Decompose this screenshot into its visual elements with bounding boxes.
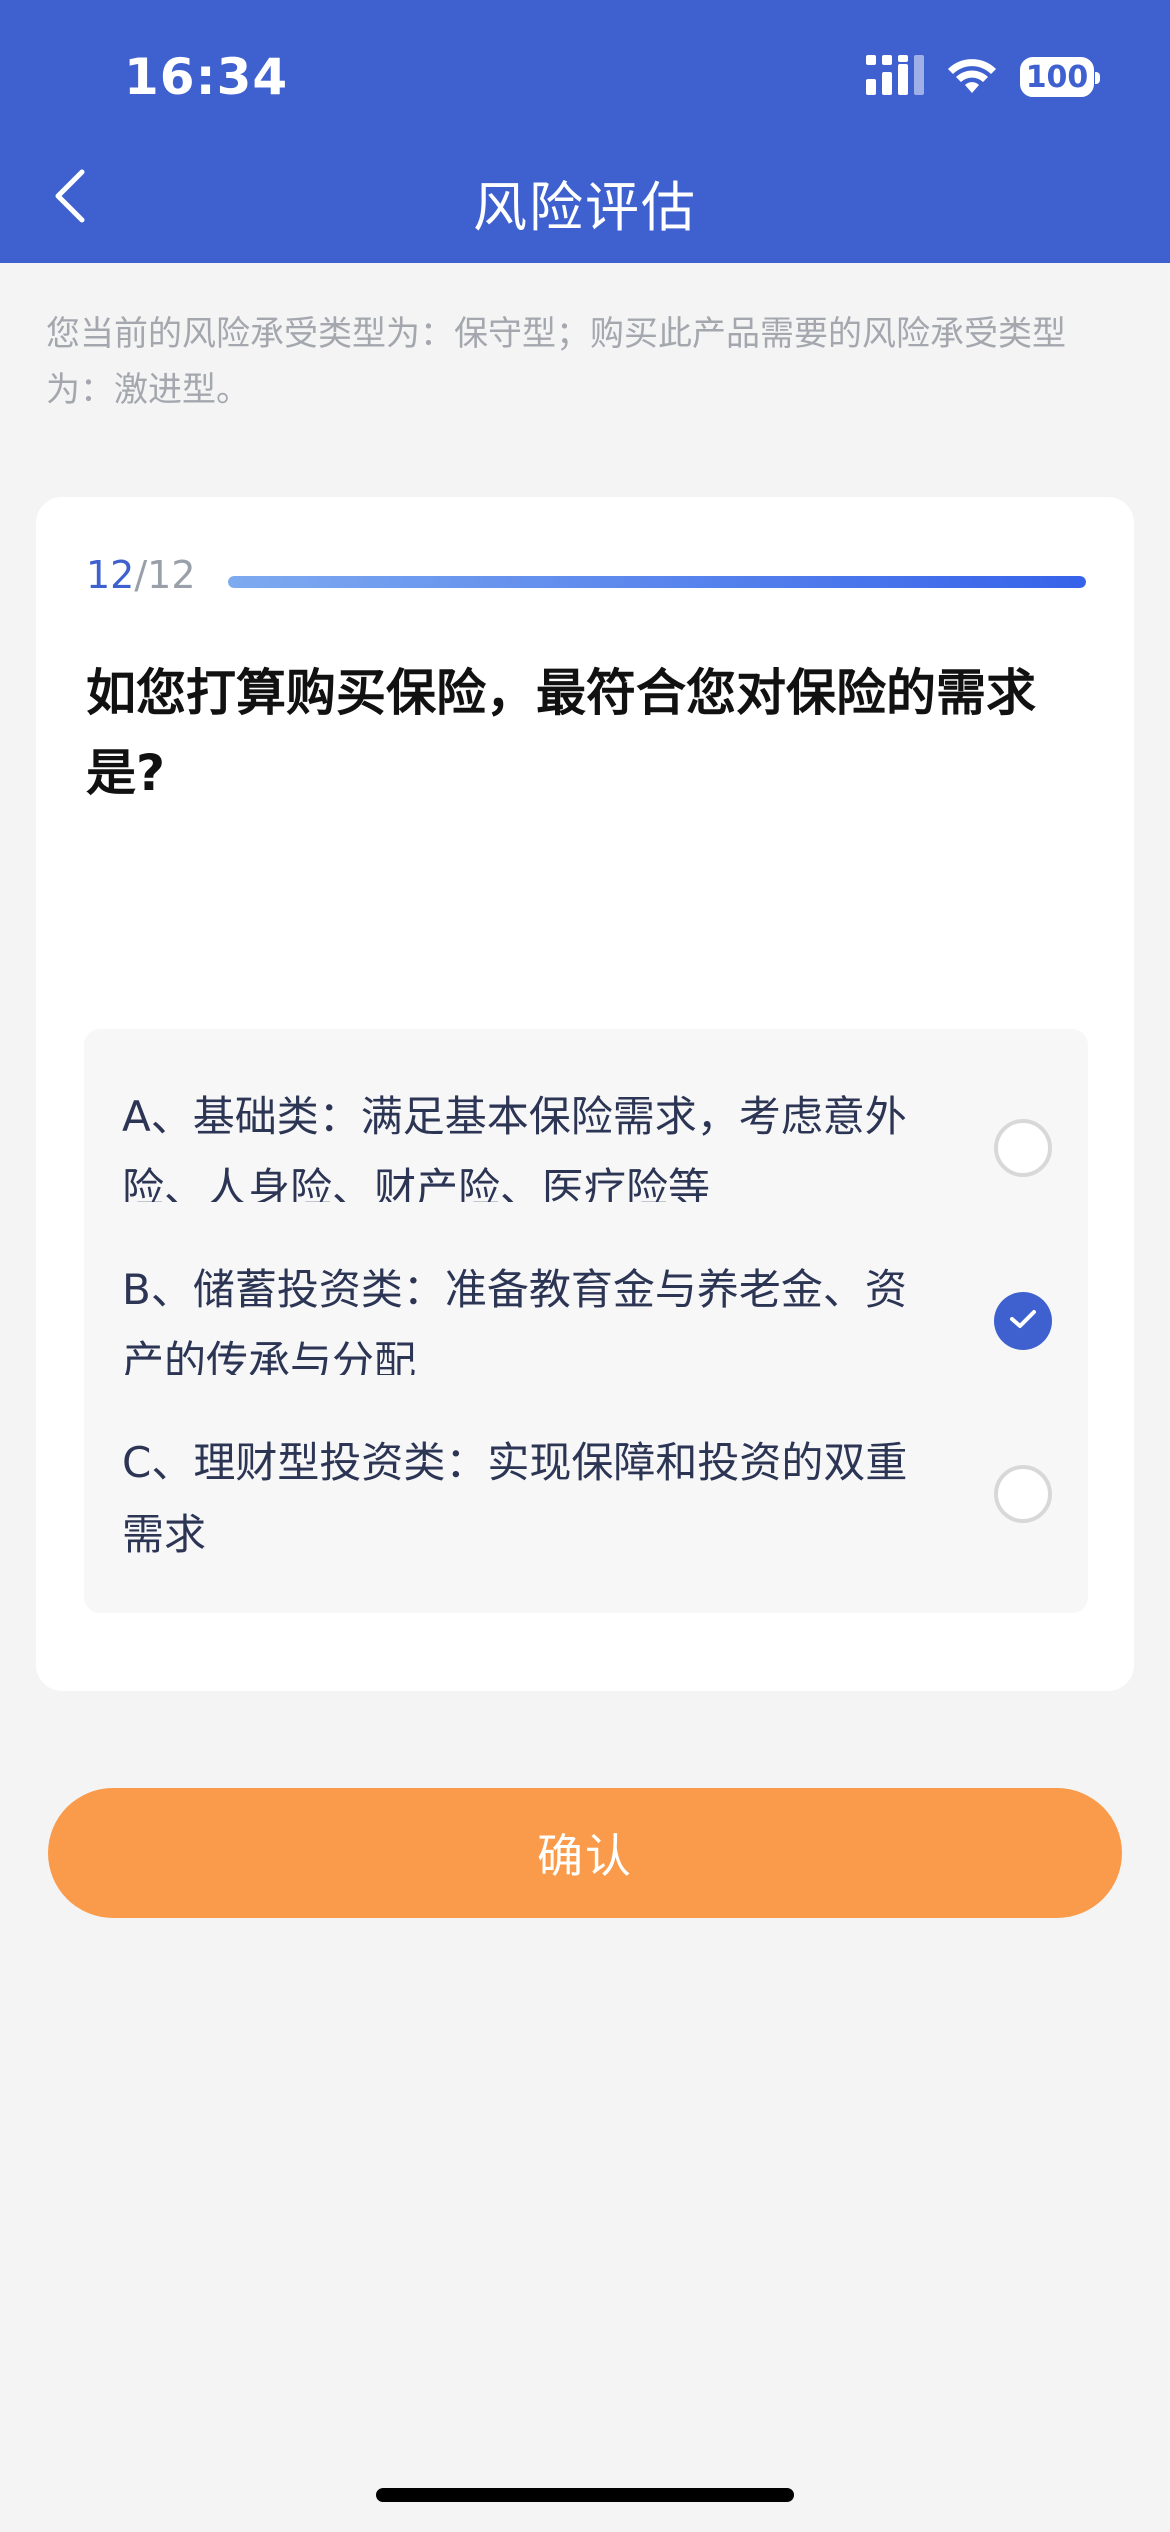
option-b-radio[interactable] (994, 1292, 1052, 1350)
battery-icon: 100 (1020, 57, 1100, 97)
progress-bar-fill (228, 576, 1086, 588)
option-c-radio[interactable] (994, 1465, 1052, 1523)
header: 16:34 100 风险评估 (0, 0, 1170, 263)
home-indicator (376, 2488, 794, 2502)
progress-total: 12 (147, 553, 196, 597)
status-time: 16:34 (124, 48, 289, 106)
checkmark-icon (1008, 1307, 1038, 1335)
question-text: 如您打算购买保险，最符合您对保险的需求是? (86, 664, 1036, 802)
progress-current: 12 (86, 553, 135, 597)
status-icons: 100 (866, 54, 1100, 100)
progress-separator: / (134, 553, 148, 597)
option-a-radio[interactable] (994, 1119, 1052, 1177)
confirm-button[interactable]: 确认 (48, 1788, 1122, 1918)
risk-notice: 您当前的风险承受类型为：保守型；购买此产品需要的风险承受类型为：激进型。 (46, 314, 1066, 410)
option-c[interactable]: C、理财型投资类：实现保障和投资的双重需求 (84, 1375, 1088, 1613)
cellular-signal-icon (866, 55, 924, 99)
progress-bar (228, 576, 1086, 588)
question-card: 12/12 如您打算购买保险，最符合您对保险的需求是? A、基础类：满足基本保险… (36, 497, 1134, 1691)
option-c-label: C、理财型投资类：实现保障和投资的双重需求 (122, 1438, 908, 1559)
wifi-icon (946, 55, 998, 99)
progress-counter: 12/12 (86, 553, 196, 597)
page-title: 风险评估 (473, 176, 697, 239)
